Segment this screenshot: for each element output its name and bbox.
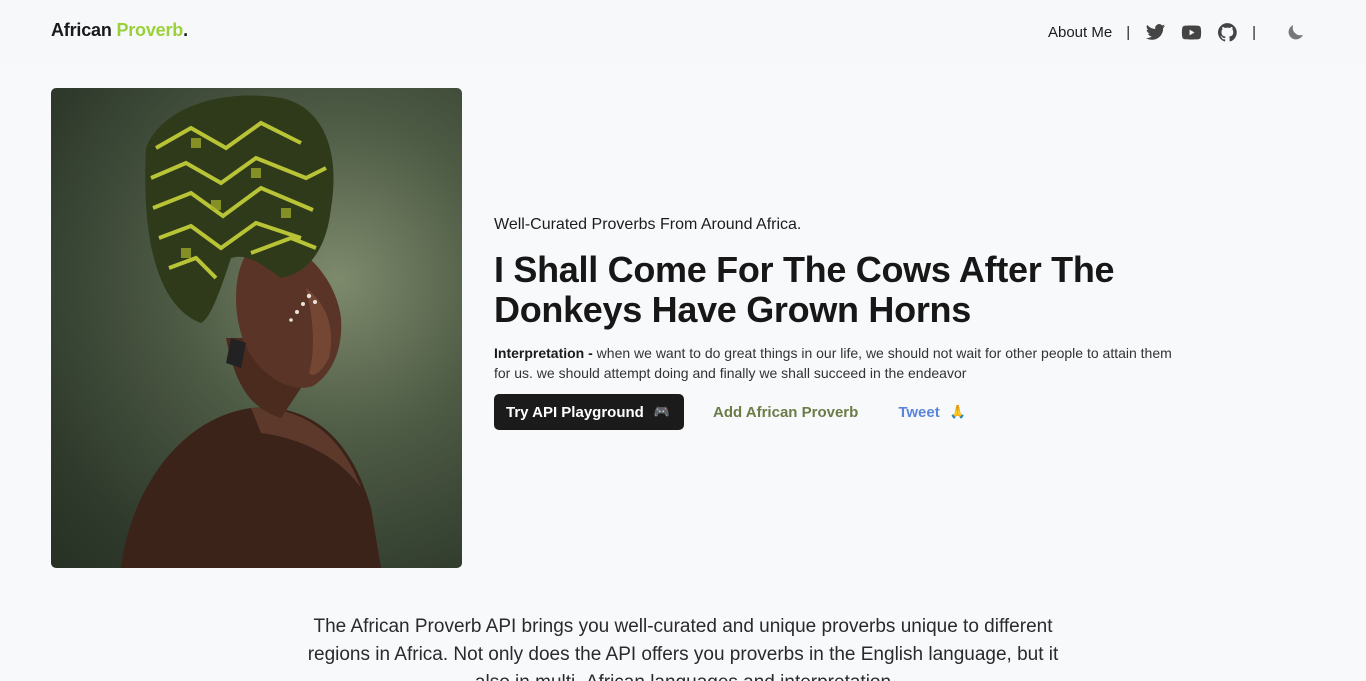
hero-tagline: Well-Curated Proverbs From Around Africa… (494, 216, 802, 233)
interpretation-label: Interpretation - (494, 345, 593, 361)
game-controller-icon: 🎮 (653, 404, 670, 419)
logo-dot: . (183, 20, 188, 40)
site-logo[interactable]: African Proverb. (51, 20, 188, 41)
logo-word-proverb: Proverb (116, 20, 184, 40)
about-me-link[interactable]: About Me (1048, 24, 1112, 41)
site-header: African Proverb. About Me | | (0, 0, 1366, 64)
logo-word-african: African (51, 20, 112, 40)
playground-button-label: Try API Playground (506, 403, 644, 421)
tweet-link[interactable]: Tweet 🙏 (898, 404, 966, 421)
hero-actions: Try API Playground 🎮 Add African Proverb… (494, 394, 966, 430)
page: African Proverb. About Me | | Well-Curat… (0, 0, 1366, 681)
nav-separator: | (1252, 23, 1256, 41)
nav-separator: | (1126, 23, 1131, 41)
twitter-icon[interactable] (1144, 21, 1166, 43)
hero-portrait-image (51, 88, 462, 568)
api-description: The African Proverb API brings you well-… (307, 616, 1059, 681)
github-icon[interactable] (1216, 21, 1238, 43)
moon-icon[interactable] (1284, 21, 1306, 43)
top-nav: About Me | | (1048, 19, 1306, 45)
youtube-icon[interactable] (1180, 21, 1202, 43)
proverb-title: I Shall Come For The Cows After The Donk… (494, 249, 1115, 330)
try-api-playground-button[interactable]: Try API Playground 🎮 (494, 394, 684, 430)
interpretation-text: when we want to do great things in our l… (494, 345, 1172, 381)
tweet-label: Tweet (898, 403, 940, 421)
proverb-interpretation: Interpretation - when we want to do grea… (494, 343, 1174, 383)
add-african-proverb-link[interactable]: Add African Proverb (713, 404, 858, 421)
praying-hands-icon: 🙏 (949, 404, 966, 419)
